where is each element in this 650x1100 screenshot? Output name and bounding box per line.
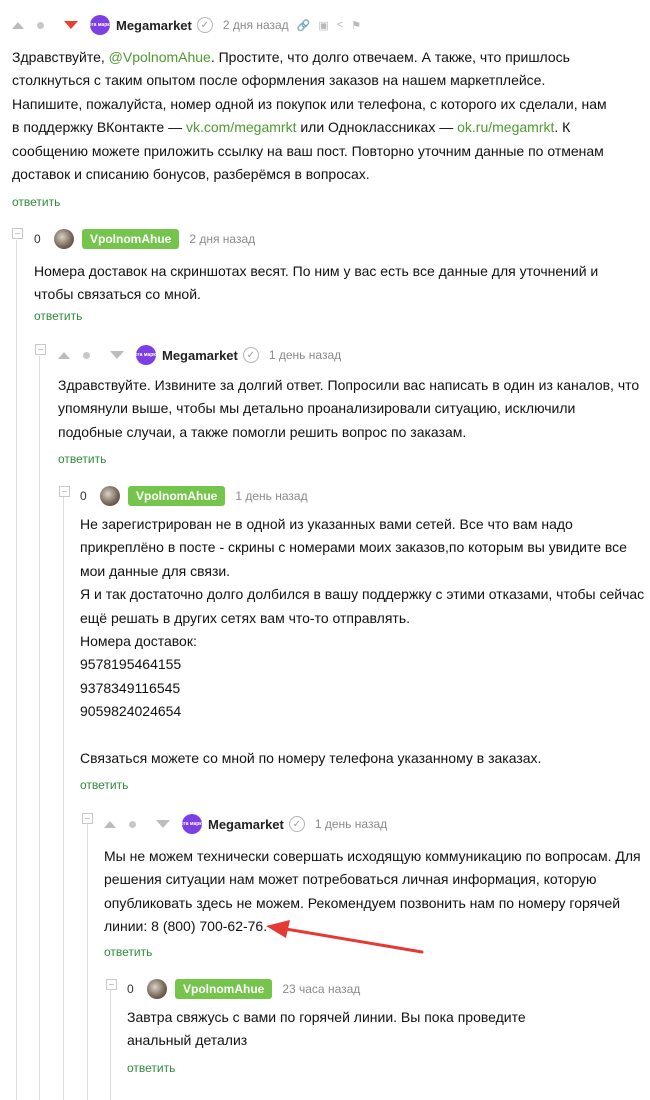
timestamp[interactable]: 2 дня назад [189, 232, 255, 246]
paragraph: Я и так достаточно долго долбился в вашу… [80, 586, 645, 626]
text-part: Здравствуйте, [12, 49, 109, 65]
text-line: Завтра свяжусь с вами по горячей линии. … [127, 1009, 526, 1025]
avatar[interactable]: мега маркет [177, 814, 207, 834]
timestamp[interactable]: 2 дня назад [223, 18, 289, 32]
report-flag-icon[interactable]: ⚑ [351, 19, 361, 32]
paragraph: Номера доставок: [80, 633, 197, 650]
comment-megamarket-1: мега маркет Megamarket ✓ 2 дня назад 🔗 ▣… [12, 12, 642, 212]
delivery-number: 9578195464155 [80, 656, 182, 673]
timestamp[interactable]: 23 часа назад [282, 982, 360, 996]
vote-neutral-icon [129, 820, 136, 828]
reply-link[interactable]: ответить [104, 945, 152, 959]
thread-line-4 [87, 824, 88, 1100]
verified-check-icon: ✓ [288, 816, 305, 832]
verified-check-icon: ✓ [242, 347, 259, 363]
comment-header: 0 VpolnomAhue 2 дня назад [34, 226, 255, 252]
comment-header: 0 VpolnomAhue 23 часа назад [127, 976, 360, 1002]
comment-score: 0 [34, 232, 41, 246]
downvote-icon[interactable] [110, 351, 124, 359]
link-icon[interactable]: 🔗 [297, 19, 311, 32]
comment-text: Здравствуйте, @VpolnomAhue. Простите, чт… [12, 46, 610, 186]
verified-check-icon: ✓ [196, 17, 213, 33]
timestamp[interactable]: 1 день назад [269, 348, 341, 362]
author-name[interactable]: VpolnomAhue [82, 229, 180, 249]
delivery-number: 9378349116545 [80, 679, 181, 696]
comment-score: 0 [127, 982, 134, 996]
author-name[interactable]: VpolnomAhue [175, 979, 273, 999]
save-icon[interactable]: ▣ [318, 19, 328, 32]
collapse-thread-toggle[interactable] [59, 486, 70, 497]
upvote-icon[interactable] [12, 21, 24, 29]
vk-link[interactable]: vk.com/megamrkt [186, 119, 296, 135]
author-name[interactable]: VpolnomAhue [128, 486, 226, 506]
comment-header: мега маркет Megamarket ✓ 1 день назад [104, 811, 387, 837]
author-name[interactable]: Megamarket [162, 348, 238, 363]
collapse-thread-toggle[interactable] [35, 344, 46, 355]
delivery-number: 9059824024654 [80, 703, 182, 720]
thread-line-2 [39, 356, 40, 1100]
downvote-icon[interactable] [64, 21, 78, 29]
comment-vpolnomahue-2: 0 VpolnomAhue 1 день назад Не зарегистри… [80, 483, 646, 793]
ok-link[interactable]: ok.ru/megamrkt [457, 119, 554, 135]
comment-text: Номера доставок на скриншотах весят. По … [34, 263, 599, 303]
comment-score: 0 [80, 489, 87, 503]
comment-header: 0 VpolnomAhue 1 день назад [80, 483, 308, 509]
comment-text: Здравствуйте. Извините за долгий ответ. … [58, 377, 640, 440]
reply-link[interactable]: ответить [127, 1061, 175, 1075]
text-line: анальный детализ [127, 1032, 248, 1049]
avatar[interactable] [100, 486, 120, 506]
avatar[interactable]: мега маркет [131, 345, 161, 365]
comment-text: Завтра свяжусь с вами по горячей линии. … [127, 1006, 627, 1053]
thread-line-5 [110, 990, 111, 1100]
author-name[interactable]: Megamarket [208, 817, 284, 832]
comment-megamarket-2: мега маркет Megamarket ✓ 1 день назад Зд… [58, 342, 644, 472]
reply-link[interactable]: ответить [12, 195, 60, 209]
collapse-thread-toggle[interactable] [12, 228, 23, 239]
annotation-arrow-icon [266, 920, 424, 954]
comment-vpolnomahue-3: 0 VpolnomAhue 23 часа назад Завтра свяжу… [127, 976, 627, 1086]
downvote-icon[interactable] [156, 820, 170, 828]
avatar[interactable] [54, 229, 74, 249]
comment-text: Не зарегистрирован не в одной из указанн… [80, 513, 646, 770]
collapse-thread-toggle[interactable] [82, 813, 93, 824]
comment-header: мега маркет Megamarket ✓ 2 дня назад 🔗 ▣… [12, 12, 361, 38]
paragraph: Связаться можете со мной по номеру телеф… [80, 750, 542, 767]
author-name[interactable]: Megamarket [116, 18, 192, 33]
user-mention-link[interactable]: @VpolnomAhue [109, 49, 211, 65]
avatar[interactable] [147, 979, 167, 999]
upvote-icon[interactable] [58, 351, 70, 359]
thread-line-1 [16, 240, 17, 1100]
share-icon[interactable]: < [337, 19, 343, 31]
upvote-icon[interactable] [104, 820, 116, 828]
reply-link[interactable]: ответить [80, 778, 128, 792]
collapse-thread-toggle[interactable] [106, 979, 117, 990]
avatar[interactable]: мега маркет [85, 15, 115, 35]
timestamp[interactable]: 1 день назад [315, 817, 387, 831]
timestamp[interactable]: 1 день назад [235, 489, 307, 503]
reply-link[interactable]: ответить [58, 452, 106, 466]
thread-line-3 [63, 497, 64, 1100]
vote-neutral-icon [83, 351, 90, 359]
paragraph: Не зарегистрирован не в одной из указанн… [80, 516, 627, 579]
text-part: или Одноклассниках — [296, 119, 458, 136]
vote-neutral-icon [37, 21, 44, 29]
comment-vpolnomahue-1: 0 VpolnomAhue 2 дня назад Номера доставо… [34, 226, 644, 326]
comment-header: мега маркет Megamarket ✓ 1 день назад [58, 342, 341, 368]
reply-link[interactable]: ответить [34, 309, 82, 323]
